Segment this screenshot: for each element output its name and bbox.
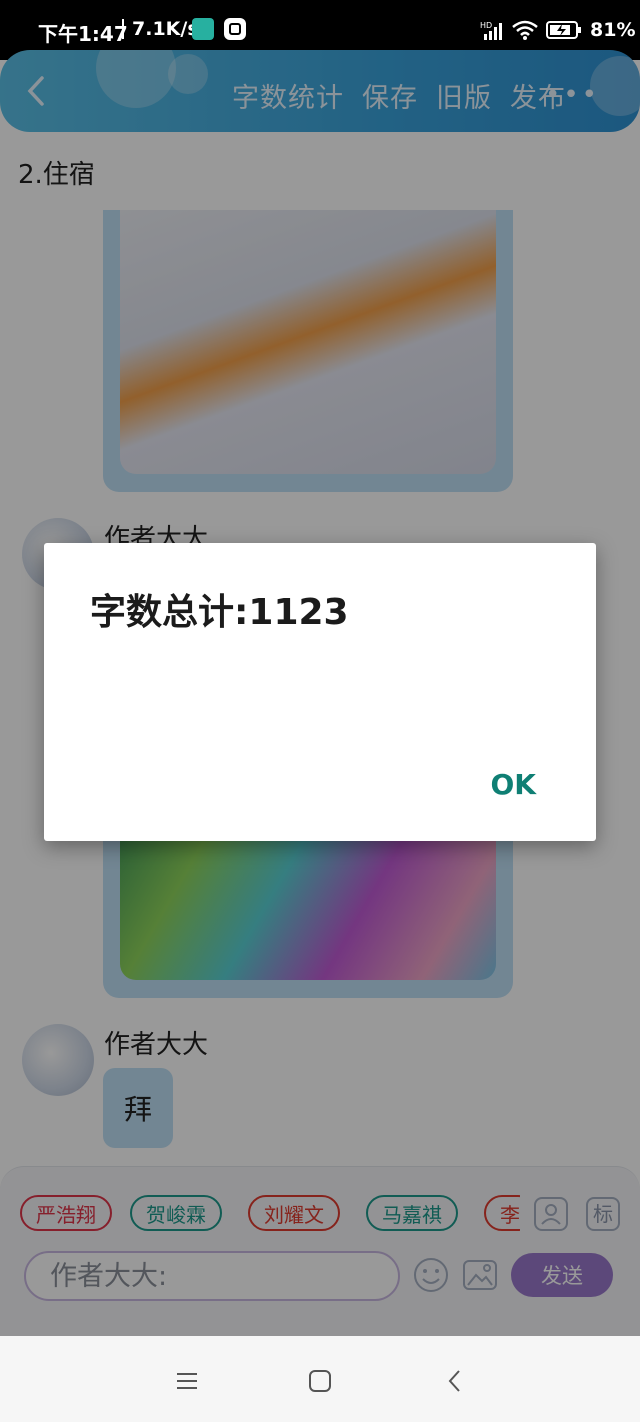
status-network-speed: 7.1K/s: [132, 18, 199, 40]
system-nav-bar: [0, 1336, 640, 1422]
notification-app-icon-2: [224, 18, 246, 40]
dialog-message: 字数总计:1123: [90, 592, 349, 633]
battery-icon: [546, 21, 581, 39]
cellular-signal-icon: HD: [480, 21, 502, 40]
ok-button[interactable]: OK: [485, 767, 543, 802]
status-separator: [122, 19, 124, 39]
back-nav-icon[interactable]: [440, 1366, 470, 1396]
wifi-icon: [512, 20, 538, 40]
battery-percent: 81%: [590, 19, 636, 41]
word-count-dialog: 字数总计:1123 OK: [44, 543, 596, 841]
svg-text:HD: HD: [480, 21, 492, 30]
menu-nav-icon[interactable]: [172, 1366, 202, 1396]
status-time: 下午1:47: [38, 22, 128, 46]
notification-app-icon: [192, 18, 214, 40]
home-nav-icon[interactable]: [305, 1366, 335, 1396]
